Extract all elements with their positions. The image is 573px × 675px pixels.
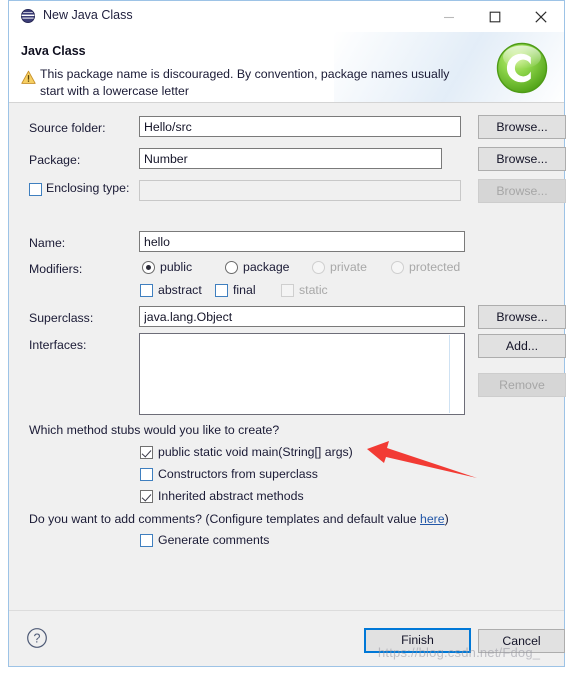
method-stubs-question: Which method stubs would you like to cre… — [29, 423, 280, 437]
enclosing-type-label: Enclosing type: — [46, 181, 130, 195]
modifiers-label: Modifiers: — [29, 262, 83, 276]
interfaces-label: Interfaces: — [29, 338, 87, 352]
modifier-label-static: static — [299, 283, 328, 297]
header-warning-message: This package name is discouraged. By con… — [40, 67, 450, 98]
source-folder-input[interactable] — [139, 116, 461, 137]
stub-label-constructors: Constructors from superclass — [158, 467, 318, 481]
interfaces-add-button[interactable]: Add... — [478, 334, 566, 358]
superclass-browse-button[interactable]: Browse... — [478, 305, 566, 329]
modifier-checkbox-final[interactable] — [215, 284, 228, 297]
modifier-label-protected: protected — [409, 260, 461, 274]
package-input[interactable] — [139, 148, 442, 169]
modifier-radio-package[interactable] — [225, 261, 238, 274]
close-icon[interactable] — [518, 1, 564, 32]
watermark-text: https://blog.csdn.net/Fdog_ — [378, 645, 541, 660]
stub-checkbox-main[interactable] — [140, 446, 153, 459]
title-bar[interactable]: New Java Class — [9, 1, 564, 32]
modifier-label-private: private — [330, 260, 367, 274]
superclass-input[interactable] — [139, 306, 465, 327]
dialog-body: Source folder: Browse... Package: Browse… — [9, 103, 566, 610]
stub-checkbox-inherited[interactable] — [140, 490, 153, 503]
enclosing-type-checkbox[interactable] — [29, 183, 42, 196]
java-class-icon — [20, 8, 36, 24]
stub-label-inherited: Inherited abstract methods — [158, 489, 304, 503]
enclosing-type-input — [139, 180, 461, 201]
comments-question: Do you want to add comments? (Configure … — [29, 512, 449, 526]
comments-question-before: Do you want to add comments? (Configure … — [29, 512, 420, 526]
minimize-icon[interactable] — [426, 1, 472, 32]
modifier-checkbox-abstract[interactable] — [140, 284, 153, 297]
source-folder-browse-button[interactable]: Browse... — [478, 115, 566, 139]
window-title: New Java Class — [43, 8, 133, 22]
name-input[interactable] — [139, 231, 465, 252]
modifier-radio-public[interactable] — [142, 261, 155, 274]
superclass-label: Superclass: — [29, 311, 94, 325]
dialog-header: Java Class This package name is discoura… — [9, 32, 564, 103]
modifier-label-final: final — [233, 283, 256, 297]
modifier-label-package: package — [243, 260, 290, 274]
name-label: Name: — [29, 236, 66, 250]
stub-checkbox-constructors[interactable] — [140, 468, 153, 481]
help-question-icon[interactable]: ? — [26, 627, 48, 649]
configure-templates-link[interactable]: here — [420, 512, 445, 526]
source-folder-label: Source folder: — [29, 121, 106, 135]
interfaces-list[interactable] — [139, 333, 465, 415]
interfaces-scrollbar[interactable] — [449, 335, 450, 413]
warning-triangle-icon — [21, 70, 36, 85]
new-java-class-dialog: New Java Class Java Class This package n… — [8, 0, 566, 667]
package-browse-button[interactable]: Browse... — [478, 147, 566, 171]
modifier-radio-private — [312, 261, 325, 274]
comments-question-after: ) — [444, 512, 449, 526]
enclosing-type-browse-button: Browse... — [478, 179, 566, 203]
stub-label-main: public static void main(String[] args) — [158, 445, 353, 459]
modifier-checkbox-static — [281, 284, 294, 297]
modifier-label-public: public — [160, 260, 193, 274]
interfaces-remove-button: Remove — [478, 373, 566, 397]
maximize-icon[interactable] — [472, 1, 518, 32]
modifier-radio-protected — [391, 261, 404, 274]
package-label: Package: — [29, 153, 81, 167]
generate-comments-checkbox[interactable] — [140, 534, 153, 547]
modifier-label-abstract: abstract — [158, 283, 202, 297]
svg-text:?: ? — [34, 632, 41, 646]
generate-comments-label: Generate comments — [158, 533, 270, 547]
page-title: Java Class — [21, 44, 86, 58]
green-c-logo — [493, 39, 551, 97]
